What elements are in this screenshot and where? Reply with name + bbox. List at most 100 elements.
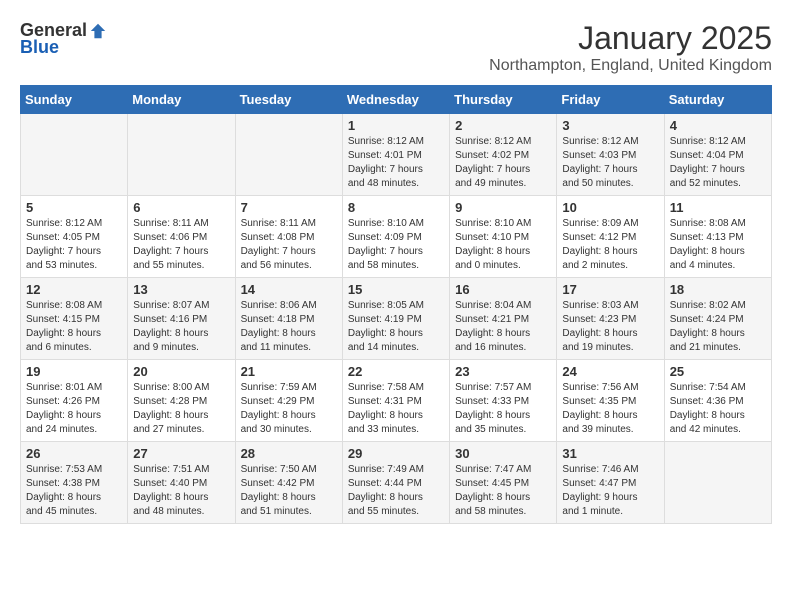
calendar-week-row-4: 26Sunrise: 7:53 AM Sunset: 4:38 PM Dayli… xyxy=(21,442,772,524)
calendar-cell: 29 Sunrise: 7:49 AM Sunset: 4:44 PM Dayli… xyxy=(342,442,449,524)
day-number: 22 xyxy=(348,364,444,379)
calendar-cell: 20Sunrise: 8:00 AM Sunset: 4:28 PM Dayli… xyxy=(128,360,235,442)
calendar-cell: 10Sunrise: 8:09 AM Sunset: 4:12 PM Dayli… xyxy=(557,196,664,278)
calendar-cell xyxy=(235,114,342,196)
header-monday: Monday xyxy=(128,86,235,114)
calendar-cell: 3Sunrise: 8:12 AM Sunset: 4:03 PM Daylig… xyxy=(557,114,664,196)
calendar-cell: 23 Sunrise: 7:57 AM Sunset: 4:33 PM Dayli… xyxy=(450,360,557,442)
day-info: Sunrise: 8:12 AM Sunset: 4:04 PM Dayligh… xyxy=(670,135,766,191)
title-area: January 2025 Northampton, England, Unite… xyxy=(489,20,772,75)
day-number: 7 xyxy=(241,200,337,215)
day-info: Sunrise: 8:12 AM Sunset: 4:03 PM Dayligh… xyxy=(562,135,658,191)
day-number: 5 xyxy=(26,200,122,215)
calendar-cell xyxy=(664,442,771,524)
day-info: Sunrise: 7:57 AM Sunset: 4:33 PM Dayligh… xyxy=(455,381,551,437)
day-info: Sunrise: 7:56 AM Sunset: 4:35 PM Dayligh… xyxy=(562,381,658,437)
calendar-cell: 1Sunrise: 8:12 AM Sunset: 4:01 PM Daylig… xyxy=(342,114,449,196)
day-info: Sunrise: 8:07 AM Sunset: 4:16 PM Dayligh… xyxy=(133,299,229,355)
calendar-cell: 31 Sunrise: 7:46 AM Sunset: 4:47 PM Dayli… xyxy=(557,442,664,524)
header-thursday: Thursday xyxy=(450,86,557,114)
day-info: Sunrise: 7:46 AM Sunset: 4:47 PM Dayligh… xyxy=(562,463,658,519)
calendar-cell: 18Sunrise: 8:02 AM Sunset: 4:24 PM Dayli… xyxy=(664,278,771,360)
day-info: Sunrise: 8:05 AM Sunset: 4:19 PM Dayligh… xyxy=(348,299,444,355)
logo: General Blue xyxy=(20,20,109,58)
day-number: 9 xyxy=(455,200,551,215)
day-number: 25 xyxy=(670,364,766,379)
calendar-cell: 6Sunrise: 8:11 AM Sunset: 4:06 PM Daylig… xyxy=(128,196,235,278)
day-info: Sunrise: 8:08 AM Sunset: 4:13 PM Dayligh… xyxy=(670,217,766,273)
day-info: Sunrise: 8:10 AM Sunset: 4:09 PM Dayligh… xyxy=(348,217,444,273)
day-number: 18 xyxy=(670,282,766,297)
day-number: 19 xyxy=(26,364,122,379)
day-info: Sunrise: 8:12 AM Sunset: 4:05 PM Dayligh… xyxy=(26,217,122,273)
calendar-cell: 27Sunrise: 7:51 AM Sunset: 4:40 PM Dayli… xyxy=(128,442,235,524)
day-number: 20 xyxy=(133,364,229,379)
day-number: 6 xyxy=(133,200,229,215)
calendar-subtitle: Northampton, England, United Kingdom xyxy=(489,57,772,75)
day-number: 13 xyxy=(133,282,229,297)
calendar-cell: 30Sunrise: 7:47 AM Sunset: 4:45 PM Dayli… xyxy=(450,442,557,524)
day-number: 30 xyxy=(455,446,551,461)
day-info: Sunrise: 8:06 AM Sunset: 4:18 PM Dayligh… xyxy=(241,299,337,355)
day-info: Sunrise: 7:53 AM Sunset: 4:38 PM Dayligh… xyxy=(26,463,122,519)
day-info: Sunrise: 8:10 AM Sunset: 4:10 PM Dayligh… xyxy=(455,217,551,273)
day-info: Sunrise: 8:08 AM Sunset: 4:15 PM Dayligh… xyxy=(26,299,122,355)
day-info: Sunrise: 7:50 AM Sunset: 4:42 PM Dayligh… xyxy=(241,463,337,519)
calendar-cell: 21 Sunrise: 7:59 AM Sunset: 4:29 PM Dayli… xyxy=(235,360,342,442)
header-wednesday: Wednesday xyxy=(342,86,449,114)
page-container: General Blue January 2025 Northampton, E… xyxy=(20,20,772,524)
day-info: Sunrise: 8:12 AM Sunset: 4:02 PM Dayligh… xyxy=(455,135,551,191)
calendar-cell: 15Sunrise: 8:05 AM Sunset: 4:19 PM Dayli… xyxy=(342,278,449,360)
calendar-week-row-2: 12 Sunrise: 8:08 AM Sunset: 4:15 PM Dayli… xyxy=(21,278,772,360)
day-info: Sunrise: 8:11 AM Sunset: 4:08 PM Dayligh… xyxy=(241,217,337,273)
day-info: Sunrise: 8:01 AM Sunset: 4:26 PM Dayligh… xyxy=(26,381,122,437)
calendar-cell: 26Sunrise: 7:53 AM Sunset: 4:38 PM Dayli… xyxy=(21,442,128,524)
calendar-cell: 16 Sunrise: 8:04 AM Sunset: 4:21 PM Dayli… xyxy=(450,278,557,360)
calendar-week-row-3: 19 Sunrise: 8:01 AM Sunset: 4:26 PM Dayli… xyxy=(21,360,772,442)
calendar-cell xyxy=(128,114,235,196)
day-number: 11 xyxy=(670,200,766,215)
calendar-cell: 9 Sunrise: 8:10 AM Sunset: 4:10 PM Daylig… xyxy=(450,196,557,278)
calendar-cell: 14 Sunrise: 8:06 AM Sunset: 4:18 PM Dayli… xyxy=(235,278,342,360)
day-number: 31 xyxy=(562,446,658,461)
calendar-cell: 8 Sunrise: 8:10 AM Sunset: 4:09 PM Daylig… xyxy=(342,196,449,278)
day-number: 12 xyxy=(26,282,122,297)
day-number: 4 xyxy=(670,118,766,133)
day-number: 21 xyxy=(241,364,337,379)
day-info: Sunrise: 7:54 AM Sunset: 4:36 PM Dayligh… xyxy=(670,381,766,437)
calendar-cell: 28Sunrise: 7:50 AM Sunset: 4:42 PM Dayli… xyxy=(235,442,342,524)
calendar-cell: 11 Sunrise: 8:08 AM Sunset: 4:13 PM Dayli… xyxy=(664,196,771,278)
calendar-cell: 13 Sunrise: 8:07 AM Sunset: 4:16 PM Dayli… xyxy=(128,278,235,360)
header-sunday: Sunday xyxy=(21,86,128,114)
calendar-cell: 5 Sunrise: 8:12 AM Sunset: 4:05 PM Daylig… xyxy=(21,196,128,278)
logo-icon xyxy=(89,22,107,40)
header-friday: Friday xyxy=(557,86,664,114)
calendar-table: Sunday Monday Tuesday Wednesday Thursday… xyxy=(20,85,772,524)
day-number: 1 xyxy=(348,118,444,133)
calendar-cell: 24Sunrise: 7:56 AM Sunset: 4:35 PM Dayli… xyxy=(557,360,664,442)
day-number: 17 xyxy=(562,282,658,297)
calendar-title: January 2025 xyxy=(489,20,772,57)
day-info: Sunrise: 7:51 AM Sunset: 4:40 PM Dayligh… xyxy=(133,463,229,519)
day-info: Sunrise: 7:59 AM Sunset: 4:29 PM Dayligh… xyxy=(241,381,337,437)
day-number: 29 xyxy=(348,446,444,461)
calendar-cell: 4 Sunrise: 8:12 AM Sunset: 4:04 PM Daylig… xyxy=(664,114,771,196)
calendar-cell: 25 Sunrise: 7:54 AM Sunset: 4:36 PM Dayli… xyxy=(664,360,771,442)
day-info: Sunrise: 7:49 AM Sunset: 4:44 PM Dayligh… xyxy=(348,463,444,519)
calendar-cell: 12 Sunrise: 8:08 AM Sunset: 4:15 PM Dayli… xyxy=(21,278,128,360)
logo-blue-text: Blue xyxy=(20,37,59,58)
day-number: 16 xyxy=(455,282,551,297)
day-number: 10 xyxy=(562,200,658,215)
day-number: 23 xyxy=(455,364,551,379)
day-number: 2 xyxy=(455,118,551,133)
day-number: 14 xyxy=(241,282,337,297)
calendar-cell: 7 Sunrise: 8:11 AM Sunset: 4:08 PM Daylig… xyxy=(235,196,342,278)
header-tuesday: Tuesday xyxy=(235,86,342,114)
header-saturday: Saturday xyxy=(664,86,771,114)
header: General Blue January 2025 Northampton, E… xyxy=(20,20,772,75)
calendar-cell: 22Sunrise: 7:58 AM Sunset: 4:31 PM Dayli… xyxy=(342,360,449,442)
calendar-cell: 2 Sunrise: 8:12 AM Sunset: 4:02 PM Daylig… xyxy=(450,114,557,196)
day-info: Sunrise: 8:04 AM Sunset: 4:21 PM Dayligh… xyxy=(455,299,551,355)
day-number: 8 xyxy=(348,200,444,215)
calendar-week-row-0: 1Sunrise: 8:12 AM Sunset: 4:01 PM Daylig… xyxy=(21,114,772,196)
